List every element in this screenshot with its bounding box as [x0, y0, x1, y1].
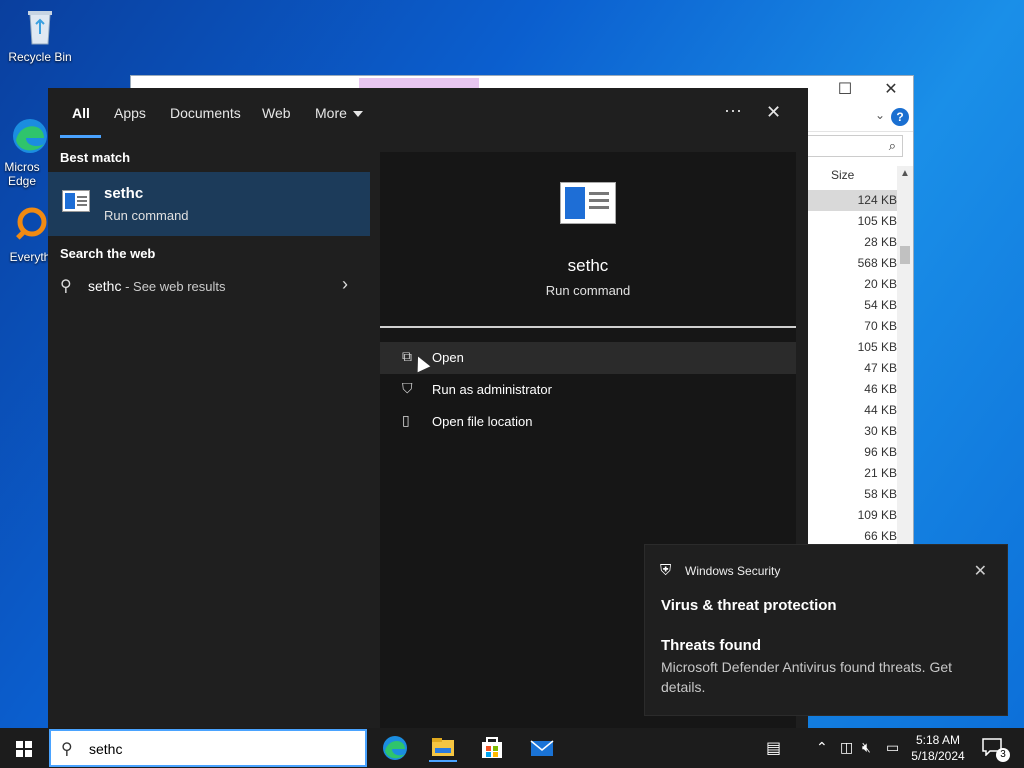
chevron-down-icon: [352, 111, 363, 118]
scrollbar-thumb[interactable]: [900, 246, 910, 264]
edge-icon[interactable]: [381, 734, 409, 762]
preview-name: sethc: [567, 256, 609, 275]
size-cell[interactable]: 54 KB: [807, 295, 903, 316]
recycle-bin-icon: [20, 6, 60, 46]
open-icon: ⧉: [402, 348, 412, 364]
web-results-hint: - See web results: [121, 279, 226, 294]
action-run-as-administrator[interactable]: ⛉ Run as administrator: [380, 374, 796, 406]
size-cell[interactable]: 568 KB: [807, 253, 903, 274]
size-column: 124 KB 105 KB 28 KB 568 KB 20 KB 54 KB 7…: [807, 190, 903, 547]
volume-muted-icon[interactable]: 🔇︎: [862, 739, 871, 756]
tab-apps[interactable]: Apps: [114, 105, 146, 121]
scroll-up-icon[interactable]: ▲: [900, 168, 910, 179]
explorer-scrollbar[interactable]: ▲: [897, 166, 913, 546]
maximize-icon[interactable]: ☐: [831, 80, 859, 100]
edge-icon: [10, 116, 50, 156]
notification-count: 3: [996, 748, 1010, 762]
search-web-heading: Search the web: [60, 246, 156, 261]
size-column-header[interactable]: Size: [831, 168, 854, 182]
size-cell[interactable]: 47 KB: [807, 358, 903, 379]
network-icon[interactable]: ▭: [886, 739, 899, 756]
action-center-button[interactable]: 3: [982, 738, 1010, 762]
search-icon: ⚲: [61, 741, 73, 758]
mail-icon[interactable]: [528, 734, 556, 762]
size-cell[interactable]: 58 KB: [807, 484, 903, 505]
shield-icon: ⛨: [660, 562, 672, 579]
action-label: Run as administrator: [432, 382, 552, 397]
search-filter-bar: All Apps Documents Web More ··· ✕: [48, 88, 808, 140]
meet-now-icon[interactable]: ◫: [840, 739, 853, 756]
result-name: sethc: [104, 185, 144, 202]
start-button[interactable]: [0, 728, 48, 768]
taskbar-search-input[interactable]: ⚲ sethc: [49, 729, 367, 767]
size-cell[interactable]: 70 KB: [807, 316, 903, 337]
clock-date: 5/18/2024: [911, 749, 965, 763]
tab-documents[interactable]: Documents: [170, 105, 241, 121]
size-cell[interactable]: 105 KB: [807, 337, 903, 358]
help-icon[interactable]: ?: [891, 108, 909, 126]
best-match-result[interactable]: sethc Run command: [48, 172, 370, 236]
chevron-up-icon[interactable]: ⌃: [816, 739, 828, 756]
close-icon[interactable]: ✕: [974, 561, 987, 581]
best-match-heading: Best match: [60, 150, 131, 165]
size-cell[interactable]: 44 KB: [807, 400, 903, 421]
close-icon[interactable]: ✕: [877, 80, 905, 100]
size-cell[interactable]: 96 KB: [807, 442, 903, 463]
store-icon[interactable]: [478, 734, 506, 762]
size-cell[interactable]: 46 KB: [807, 379, 903, 400]
web-query: sethc - See web results: [88, 278, 226, 294]
toast-body: Microsoft Defender Antivirus found threa…: [661, 659, 953, 695]
chevron-right-icon[interactable]: ›: [342, 274, 348, 295]
news-widget-icon[interactable]: ▤: [766, 738, 781, 758]
chevron-down-icon[interactable]: ⌄: [875, 108, 885, 122]
clock-time: 5:18 AM: [915, 733, 961, 747]
desktop-icon-recycle-bin[interactable]: Recycle Bin: [2, 6, 78, 64]
web-query-text: sethc: [88, 278, 122, 294]
preview-type: Run command: [545, 283, 631, 298]
toast-heading: Threats found: [661, 637, 761, 654]
file-explorer-icon[interactable]: [429, 734, 457, 762]
explorer-search-input[interactable]: ⌕: [807, 135, 903, 157]
action-label: Open file location: [432, 414, 533, 429]
search-icon: ⌕: [888, 138, 896, 153]
desktop-icon-label: Micros Edge: [4, 160, 40, 188]
taskbar: ⚲ sethc ▤ ⌃ ◫ 🔇︎ ▭ 5:18 AM 5/18/2024 3: [0, 728, 1024, 768]
size-cell[interactable]: 28 KB: [807, 232, 903, 253]
size-cell[interactable]: 21 KB: [807, 463, 903, 484]
tab-more-label: More: [315, 105, 347, 121]
result-type: Run command: [104, 208, 189, 223]
size-cell[interactable]: 109 KB: [807, 505, 903, 526]
search-value: sethc: [89, 741, 123, 757]
close-icon[interactable]: ✕: [766, 102, 781, 123]
more-options-icon[interactable]: ···: [724, 100, 742, 121]
action-label: Open: [432, 350, 464, 365]
tab-more[interactable]: More: [315, 105, 363, 121]
notification-toast[interactable]: ⛨ Windows Security ✕ Virus & threat prot…: [644, 544, 1008, 716]
tab-all[interactable]: All: [72, 105, 90, 121]
search-icon: ⚲: [60, 278, 72, 295]
size-cell[interactable]: 124 KB: [807, 190, 903, 211]
active-tab-indicator: [60, 135, 101, 138]
run-command-icon: [62, 190, 90, 212]
desktop-icon-label: Recycle Bin: [8, 50, 72, 64]
size-cell[interactable]: 105 KB: [807, 211, 903, 232]
toast-app-name: Windows Security: [685, 564, 781, 578]
action-open-file-location[interactable]: ▯ Open file location: [380, 406, 796, 438]
action-open[interactable]: ⧉ Open: [380, 342, 796, 374]
windows-logo-icon: [16, 741, 32, 757]
web-search-result[interactable]: ⚲ sethc - See web results ›: [48, 272, 370, 302]
preview-header: sethc Run command: [380, 152, 796, 328]
size-cell[interactable]: 20 KB: [807, 274, 903, 295]
everything-icon: [10, 206, 50, 246]
folder-icon: ▯: [402, 412, 410, 428]
tab-web[interactable]: Web: [262, 105, 291, 121]
size-cell[interactable]: 30 KB: [807, 421, 903, 442]
toast-title: Virus & threat protection: [661, 597, 837, 614]
results-list: Best match sethc Run command Search the …: [48, 140, 370, 728]
shield-icon: ⛉: [402, 380, 413, 396]
run-command-icon: [560, 182, 616, 224]
system-clock[interactable]: 5:18 AM 5/18/2024: [902, 732, 974, 764]
